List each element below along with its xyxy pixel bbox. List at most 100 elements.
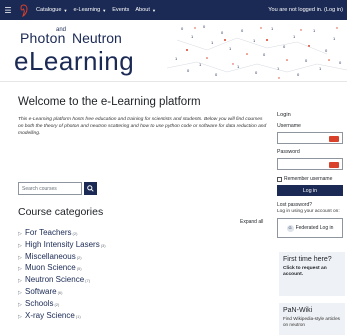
site-logo-icon[interactable]	[16, 0, 30, 20]
chevron-right-icon: ▷	[18, 231, 22, 237]
expand-all-link[interactable]: Expand all	[240, 219, 263, 225]
nav-elearning-label: e-Learning	[73, 7, 101, 13]
chevron-right-icon: ▷	[18, 289, 22, 296]
pan-wiki-text: Find Wikipedia-style articles on neutron	[283, 316, 340, 327]
brand-and-text: and	[56, 27, 67, 33]
caret-down-icon: ▼	[151, 7, 156, 13]
chevron-right-icon: ▷	[18, 313, 22, 320]
password-manager-icon[interactable]	[329, 135, 339, 142]
category-item[interactable]: ▷ Muon Science (5)	[18, 263, 106, 275]
svg-text:0: 0	[181, 26, 184, 31]
svg-text:0: 0	[297, 72, 300, 77]
search-button[interactable]	[84, 182, 97, 195]
login-button[interactable]: Log in	[277, 185, 343, 196]
chevron-right-icon: ▷	[18, 266, 22, 273]
federated-login-icon: G	[286, 224, 294, 232]
login-block: Login Username Password Remember usernam…	[277, 112, 343, 238]
nav-catalogue-label: Catalogue	[36, 7, 62, 13]
chevron-right-icon: ▷	[18, 278, 22, 285]
nav-events[interactable]: Events	[112, 7, 129, 13]
course-search: Search courses	[18, 182, 97, 195]
svg-text:0: 0	[263, 52, 266, 57]
lost-password-link[interactable]: Lost password?	[277, 202, 343, 208]
category-count: (2)	[54, 301, 60, 307]
svg-text:1: 1	[211, 40, 214, 45]
svg-text:0: 0	[325, 48, 328, 53]
password-label: Password	[277, 149, 300, 155]
category-count: (1)	[75, 313, 81, 319]
category-name: Schools	[25, 298, 54, 308]
site-header: Photon and Neutron eLearning 0 1 0 1 0 1 0 1 0…	[0, 20, 347, 82]
login-account-note: Log in using your account on:	[277, 209, 340, 214]
nav-events-label: Events	[112, 7, 130, 13]
category-item[interactable]: ▷ Software (6)	[18, 287, 106, 299]
svg-text:1: 1	[229, 46, 232, 51]
search-icon	[87, 185, 94, 192]
nav-about[interactable]: About ▼	[135, 7, 156, 13]
federated-login-label: Federated Log in	[295, 225, 334, 231]
caret-down-icon: ▼	[63, 7, 68, 13]
nav-catalogue[interactable]: Catalogue ▼	[36, 7, 67, 13]
svg-text:1: 1	[237, 64, 240, 69]
category-name: Software	[25, 286, 57, 296]
password-input[interactable]	[277, 158, 343, 170]
username-input[interactable]	[277, 132, 343, 144]
svg-text:1: 1	[271, 26, 274, 31]
svg-text:0: 0	[187, 68, 190, 73]
svg-text:1: 1	[319, 66, 322, 71]
category-name: Miscellaneous	[25, 251, 76, 261]
category-item[interactable]: ▷ For Teachers (2)	[18, 228, 106, 240]
search-courses-input[interactable]: Search courses	[18, 182, 82, 195]
brand-logo[interactable]: Photon and Neutron eLearning	[14, 24, 174, 80]
remember-checkbox[interactable]	[277, 176, 282, 182]
chevron-right-icon: ▷	[18, 242, 22, 249]
category-count: (7)	[85, 278, 91, 284]
course-categories-title: Course categories	[18, 206, 104, 218]
nav-elearning[interactable]: e-Learning ▼	[73, 7, 106, 13]
category-item[interactable]: ▷ High Intensity Lasers (3)	[18, 240, 106, 252]
header-particle-pattern: 010 101 010 101 010 110 101 010 10	[167, 24, 347, 79]
category-count: (5)	[76, 266, 82, 272]
top-navbar: ☰ Catalogue ▼ e-Learning ▼ Events About …	[0, 0, 347, 20]
category-count: (2)	[72, 231, 78, 236]
chevron-right-icon: ▷	[18, 254, 22, 261]
svg-text:0: 0	[241, 28, 244, 33]
category-item[interactable]: ▷ Neutron Science (7)	[18, 275, 106, 287]
password-manager-icon[interactable]	[329, 161, 339, 168]
federated-login-button[interactable]: G Federated Log in	[277, 218, 343, 238]
svg-text:0: 0	[203, 24, 206, 29]
svg-text:0: 0	[255, 70, 258, 75]
category-item[interactable]: ▷ Miscellaneous (2)	[18, 252, 106, 264]
caret-down-icon: ▼	[102, 7, 107, 13]
request-account-link[interactable]: Click to request an account.	[283, 266, 341, 278]
pan-wiki-title: PaN-Wiki	[283, 307, 313, 314]
category-item[interactable]: ▷ X-ray Science (1)	[18, 311, 106, 323]
svg-text:1: 1	[191, 34, 194, 39]
brand-neutron-text: Neutron	[72, 30, 122, 46]
svg-text:1: 1	[333, 36, 336, 41]
category-name: High Intensity Lasers	[25, 239, 100, 249]
svg-text:0: 0	[221, 30, 224, 35]
category-name: For Teachers	[25, 228, 72, 237]
category-item[interactable]: ▷ Schools (2)	[18, 299, 106, 311]
login-status-link[interactable]: You are not logged in. (Log in)	[268, 7, 343, 13]
pan-wiki-block: PaN-Wiki Find Wikipedia-style articles o…	[279, 303, 345, 335]
svg-text:0: 0	[339, 60, 342, 65]
welcome-title: Welcome to the e-Learning platform	[18, 96, 201, 108]
remember-username[interactable]: Remember username	[277, 176, 343, 182]
main-content: Welcome to the e-Learning platform This …	[18, 92, 270, 320]
login-title: Login	[277, 112, 291, 118]
category-list: ▷ For Teachers (2) ▷ High Intensity Lase…	[18, 228, 106, 322]
svg-text:1: 1	[293, 34, 296, 39]
category-name: Muon Science	[25, 263, 76, 273]
svg-text:1: 1	[175, 56, 178, 61]
hamburger-menu-icon[interactable]: ☰	[0, 0, 16, 20]
first-time-title: First time here?	[283, 256, 332, 263]
category-count: (2)	[76, 254, 82, 260]
category-count: (3)	[100, 242, 106, 248]
welcome-text: This e-Learning platform hosts free educ…	[18, 117, 267, 136]
svg-text:1: 1	[277, 66, 280, 71]
svg-text:1: 1	[313, 28, 316, 33]
category-name: X-ray Science	[25, 310, 75, 320]
svg-text:0: 0	[305, 58, 308, 63]
